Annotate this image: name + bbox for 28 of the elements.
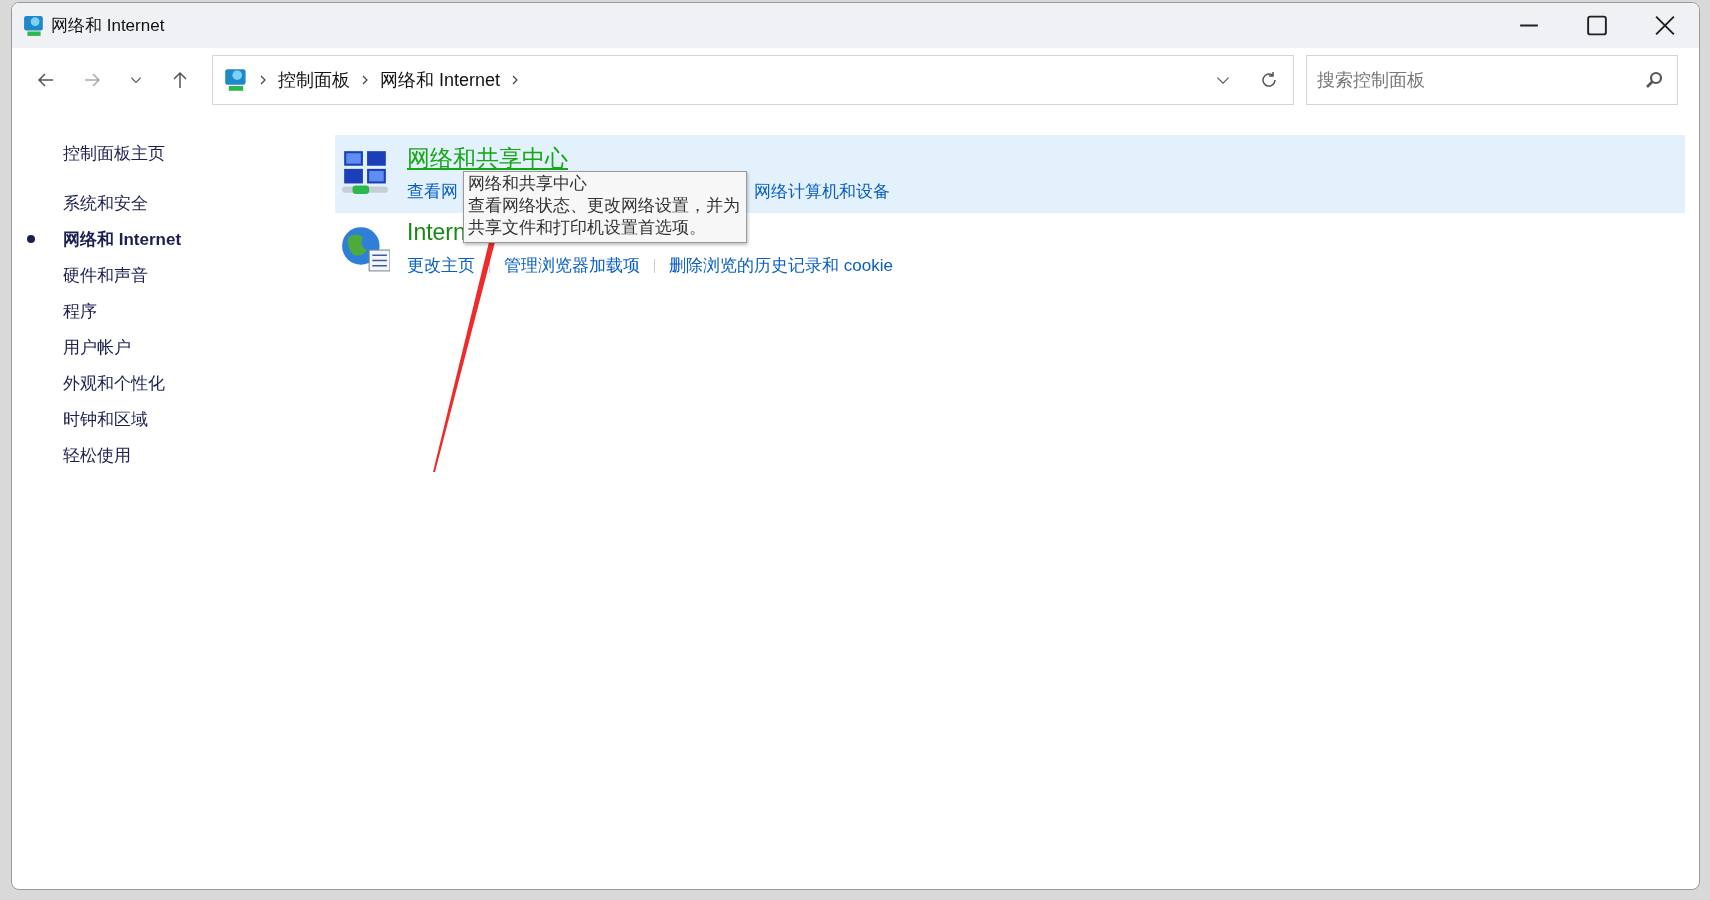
sidebar-link[interactable]: 系统和安全 — [63, 191, 148, 215]
task-link[interactable]: 管理浏览器加载项 — [504, 254, 640, 277]
sidebar-link[interactable]: 硬件和声音 — [63, 263, 148, 287]
search-icon — [1644, 70, 1664, 90]
tooltip-text: 共享文件和打印机设置首选项。 — [468, 217, 707, 239]
chevron-right-icon[interactable] — [258, 74, 268, 86]
address-bar[interactable]: 控制面板 网络和 Internet — [212, 55, 1294, 105]
chevron-right-icon[interactable] — [360, 74, 370, 86]
task-link[interactable]: 删除浏览的历史记录和 cookie — [669, 254, 893, 277]
breadcrumb-item[interactable]: 控制面板 — [278, 68, 350, 92]
monitor-icon — [224, 68, 248, 92]
sidebar-link[interactable]: 网络和 Internet — [63, 227, 182, 251]
tooltip-title: 网络和共享中心 — [468, 173, 588, 195]
window-title: 网络和 Internet — [51, 15, 165, 37]
sidebar-link[interactable]: 外观和个性化 — [63, 371, 165, 395]
search-field[interactable]: 搜索控制面板 — [1306, 55, 1678, 105]
sidebar-link[interactable]: 用户帐户 — [63, 335, 131, 359]
breadcrumb-item[interactable]: 网络和 Internet — [380, 68, 501, 92]
task-link[interactable]: 网络计算机和设备 — [754, 180, 890, 203]
sidebar-link[interactable]: 轻松使用 — [63, 443, 131, 467]
sidebar-link[interactable]: 时钟和区域 — [63, 407, 148, 431]
tooltip-text: 查看网络状态、更改网络设置，并为 — [468, 195, 740, 217]
task-link[interactable]: 更改主页 — [407, 254, 475, 277]
monitor-icon — [23, 14, 45, 37]
sidebar-link[interactable]: 控制面板主页 — [27, 142, 335, 165]
refresh-icon[interactable] — [1259, 70, 1279, 90]
task-link[interactable]: 查看网 — [407, 180, 458, 203]
sidebar-link[interactable]: 程序 — [63, 299, 97, 323]
